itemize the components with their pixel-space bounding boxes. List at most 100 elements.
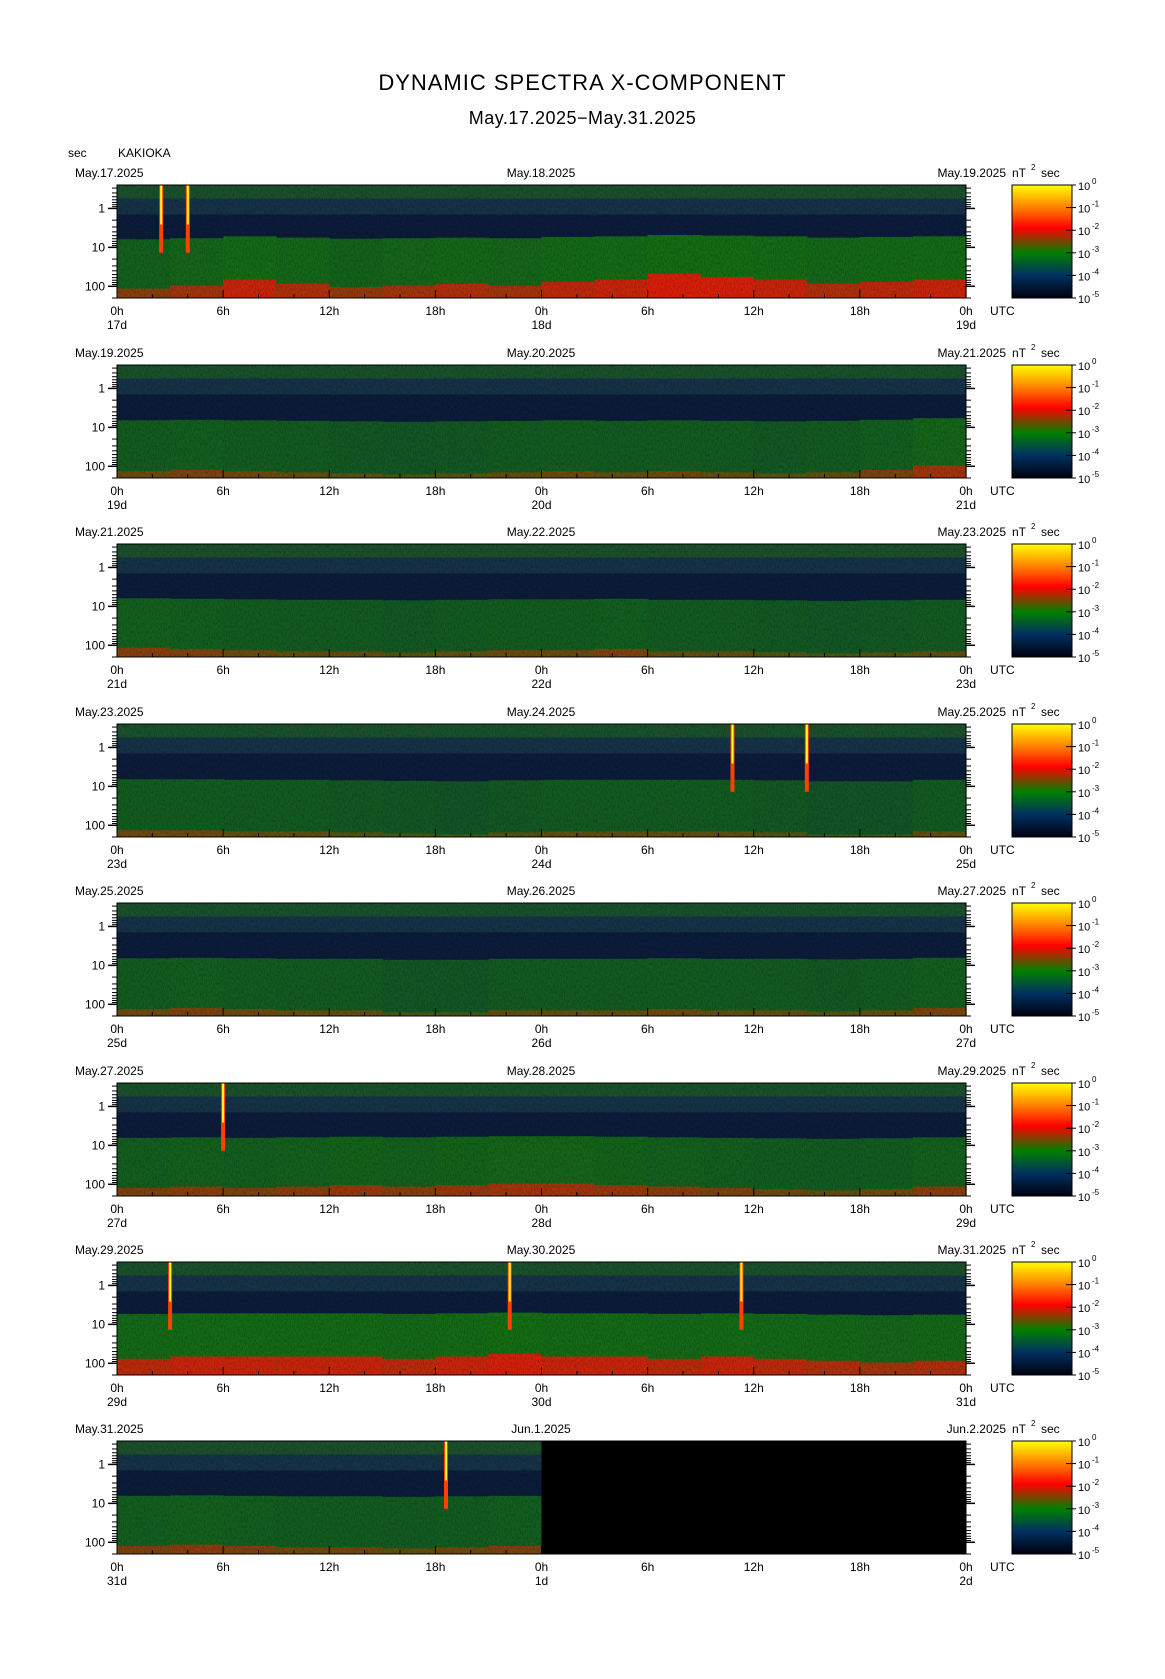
colorbar-tick-base: 10 [1078,1482,1090,1494]
colorbar-tick-base: 10 [1078,743,1090,755]
colorbar-tick-base: 10 [1078,271,1090,283]
x-tick-label: 0h [959,663,972,677]
colorbar-tick-base: 10 [1078,585,1090,597]
colorbar-tick-base: 10 [1078,406,1090,418]
date-right: May.19.2025 [938,166,1007,180]
x-tick-label: 0h [535,1381,548,1395]
x-tick-label: 0h [110,663,123,677]
x-tick-label: 0h [535,304,548,318]
day-label: 21d [107,677,127,691]
colorbar-tick-base: 10 [1078,384,1090,396]
colorbar-tick-base: 10 [1078,1550,1090,1562]
color-unit-exp: 2 [1031,163,1036,172]
colorbar-tick-exp: -5 [1092,290,1100,299]
x-tick-label: 0h [959,1202,972,1216]
date-mid: May.18.2025 [507,166,576,180]
x-tick-label: 18h [425,1022,445,1036]
color-unit-suffix: sec [1041,705,1060,719]
colorbar-tick-base: 10 [1078,608,1090,620]
colorbar-tick-exp: -4 [1092,1344,1100,1353]
x-tick-label: 12h [319,304,339,318]
x-tick-label: 12h [319,663,339,677]
color-unit-suffix: sec [1041,525,1060,539]
date-left: May.29.2025 [75,1243,144,1257]
colorbar-tick-exp: -3 [1092,963,1100,972]
colorbar-tick-base: 10 [1078,1012,1090,1024]
x-tick-label: 12h [319,484,339,498]
day-label: 29d [956,1216,976,1230]
x-tick-label: 18h [850,1381,870,1395]
day-label: 1d [535,1574,548,1588]
x-tick-label: 6h [641,484,654,498]
color-unit-exp: 2 [1031,1061,1036,1070]
timezone-label: UTC [990,304,1015,318]
day-label: 24d [531,857,551,871]
y-tick-label: 10 [92,599,106,613]
y-tick-label: 1 [98,919,105,933]
x-tick-label: 18h [425,1202,445,1216]
x-tick-label: 12h [744,663,764,677]
colorbar-tick-exp: -3 [1092,1501,1100,1510]
date-mid: May.30.2025 [507,1243,576,1257]
colorbar-tick-exp: -2 [1092,581,1100,590]
x-tick-label: 6h [641,304,654,318]
y-tick-label: 1 [98,1278,105,1292]
date-mid: May.20.2025 [507,346,576,360]
colorbar-tick-base: 10 [1078,1102,1090,1114]
date-right: Jun.2.2025 [947,1422,1007,1436]
date-left: May.27.2025 [75,1064,144,1078]
colorbar [1011,723,1073,838]
colorbar-tick-exp: -4 [1092,806,1100,815]
x-tick-label: 0h [110,1381,123,1395]
colorbar-tick-exp: 0 [1092,1433,1097,1442]
day-label: 17d [107,318,127,332]
colorbar-tick-exp: -2 [1092,222,1100,231]
colorbar-tick-exp: -2 [1092,1478,1100,1487]
colorbar-tick-base: 10 [1078,1371,1090,1383]
date-mid: May.22.2025 [507,525,576,539]
colorbar-tick-base: 10 [1078,1505,1090,1517]
date-right: May.31.2025 [938,1243,1007,1257]
spectrogram-texture [117,185,966,298]
date-mid: Jun.1.2025 [511,1422,571,1436]
spectrogram-texture [117,1441,542,1554]
spike-core [731,724,734,764]
x-tick-label: 18h [850,1022,870,1036]
color-unit-exp: 2 [1031,881,1036,890]
panel-6: May.27.2025 May.28.2025 May.29.2025 nT 2 sec 1… [75,1061,1100,1230]
x-tick-label: 6h [216,1022,229,1036]
day-label: 26d [531,1036,551,1050]
colorbar-tick-base: 10 [1078,720,1090,732]
x-tick-label: 6h [641,1202,654,1216]
no-data-region [541,1441,966,1554]
spike-core [222,1083,225,1123]
x-tick-label: 12h [319,1381,339,1395]
day-label: 25d [107,1036,127,1050]
spike-core [169,1262,172,1302]
panel-7: May.29.2025 May.30.2025 May.31.2025 nT 2 sec 1… [75,1240,1100,1409]
x-tick-label: 18h [850,484,870,498]
date-right: May.27.2025 [938,884,1007,898]
colorbar-tick-exp: -1 [1092,739,1100,748]
y-tick-label: 10 [92,779,106,793]
color-unit-exp: 2 [1031,522,1036,531]
colorbar-tick-exp: 0 [1092,895,1097,904]
colorbar-tick-exp: -1 [1092,1277,1100,1286]
y-tick-label: 100 [85,1177,105,1191]
colorbar-tick-base: 10 [1078,361,1090,373]
y-tick-label: 100 [85,279,105,293]
x-tick-label: 18h [425,1381,445,1395]
x-tick-label: 18h [850,1560,870,1574]
date-right: May.23.2025 [938,525,1007,539]
y-tick-label: 1 [98,201,105,215]
date-left: May.21.2025 [75,525,144,539]
day-label: 23d [956,677,976,691]
y-tick-label: 1 [98,381,105,395]
colorbar [1011,364,1073,479]
color-unit-exp: 2 [1031,702,1036,711]
panel-1: May.17.2025 May.18.2025 May.19.2025 nT 2 sec 1… [75,163,1100,332]
spectra-chart: May.17.2025 May.18.2025 May.19.2025 nT 2 sec 1… [75,163,1100,1588]
y-tick-label: 1 [98,1457,105,1471]
colorbar-tick-exp: -5 [1092,1188,1100,1197]
color-unit-exp: 2 [1031,1240,1036,1249]
